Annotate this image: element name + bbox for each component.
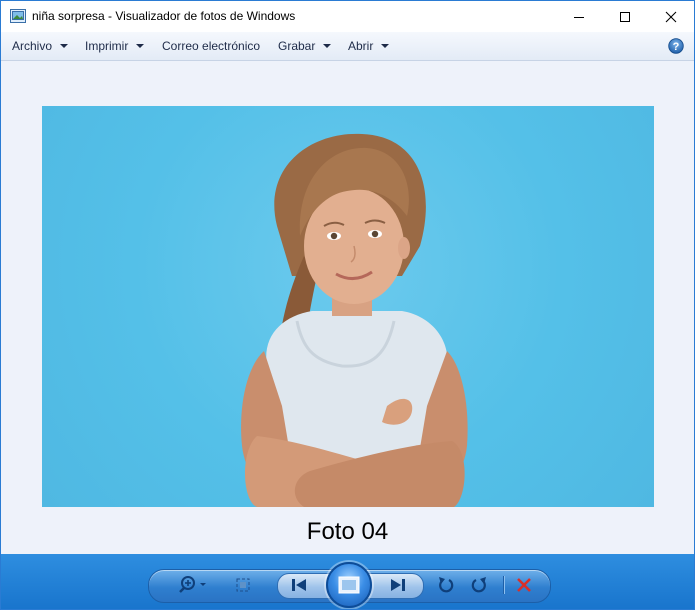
close-icon [665,11,677,22]
menu-archivo[interactable]: Archivo [12,32,69,60]
maximize-button[interactable] [602,1,648,32]
next-icon [391,579,405,591]
chevron-down-icon [60,44,69,48]
control-bar [1,554,694,609]
zoom-button[interactable] [173,575,211,595]
menu-imprimir-label: Imprimir [85,39,129,53]
maximize-icon [620,11,630,22]
help-icon[interactable]: ? [668,38,684,54]
window-title: niña sorpresa - Visualizador de fotos de… [32,9,296,23]
delete-button[interactable] [513,575,535,595]
menu-archivo-label: Archivo [12,39,53,53]
chevron-down-icon [136,44,145,48]
minimize-button[interactable] [556,1,602,32]
title-bar[interactable]: niña sorpresa - Visualizador de fotos de… [1,1,694,32]
previous-icon [292,579,306,591]
photo-viewer-window: niña sorpresa - Visualizador de fotos de… [0,0,695,610]
rotate-left-icon [439,577,454,593]
menu-abrir-label: Abrir [348,39,374,53]
menu-abrir[interactable]: Abrir [348,32,390,60]
menu-bar: Archivo Imprimir Correo electrónico Grab… [1,32,694,61]
fit-window-button[interactable] [233,575,253,595]
photo-viewer-app-icon [10,9,26,23]
menu-imprimir[interactable]: Imprimir [85,32,145,60]
menu-correo-electronico[interactable]: Correo electrónico [162,32,260,60]
svg-text:?: ? [673,41,680,53]
close-button[interactable] [648,1,694,32]
image-viewer-area: Foto 04 [1,61,694,554]
chevron-down-icon [323,44,332,48]
rotate-right-icon [471,577,486,593]
menu-grabar-label: Grabar [278,39,316,53]
toolbar-separator [503,576,505,594]
minimize-icon [574,16,584,18]
zoom-icon [179,576,206,593]
delete-icon [517,578,531,592]
menu-grabar[interactable]: Grabar [278,32,332,60]
slideshow-button[interactable] [326,562,372,608]
fit-window-icon [236,578,250,592]
chevron-down-icon [381,44,390,48]
rotate-left-button[interactable] [435,574,457,596]
photo-caption: Foto 04 [306,518,389,545]
menu-correo-label: Correo electrónico [162,39,261,53]
photo-illustration [241,133,468,507]
previous-button[interactable] [288,576,310,594]
rotate-right-button[interactable] [468,574,490,596]
next-button[interactable] [387,576,409,594]
photo-image[interactable] [42,106,654,507]
slideshow-icon [338,576,360,594]
